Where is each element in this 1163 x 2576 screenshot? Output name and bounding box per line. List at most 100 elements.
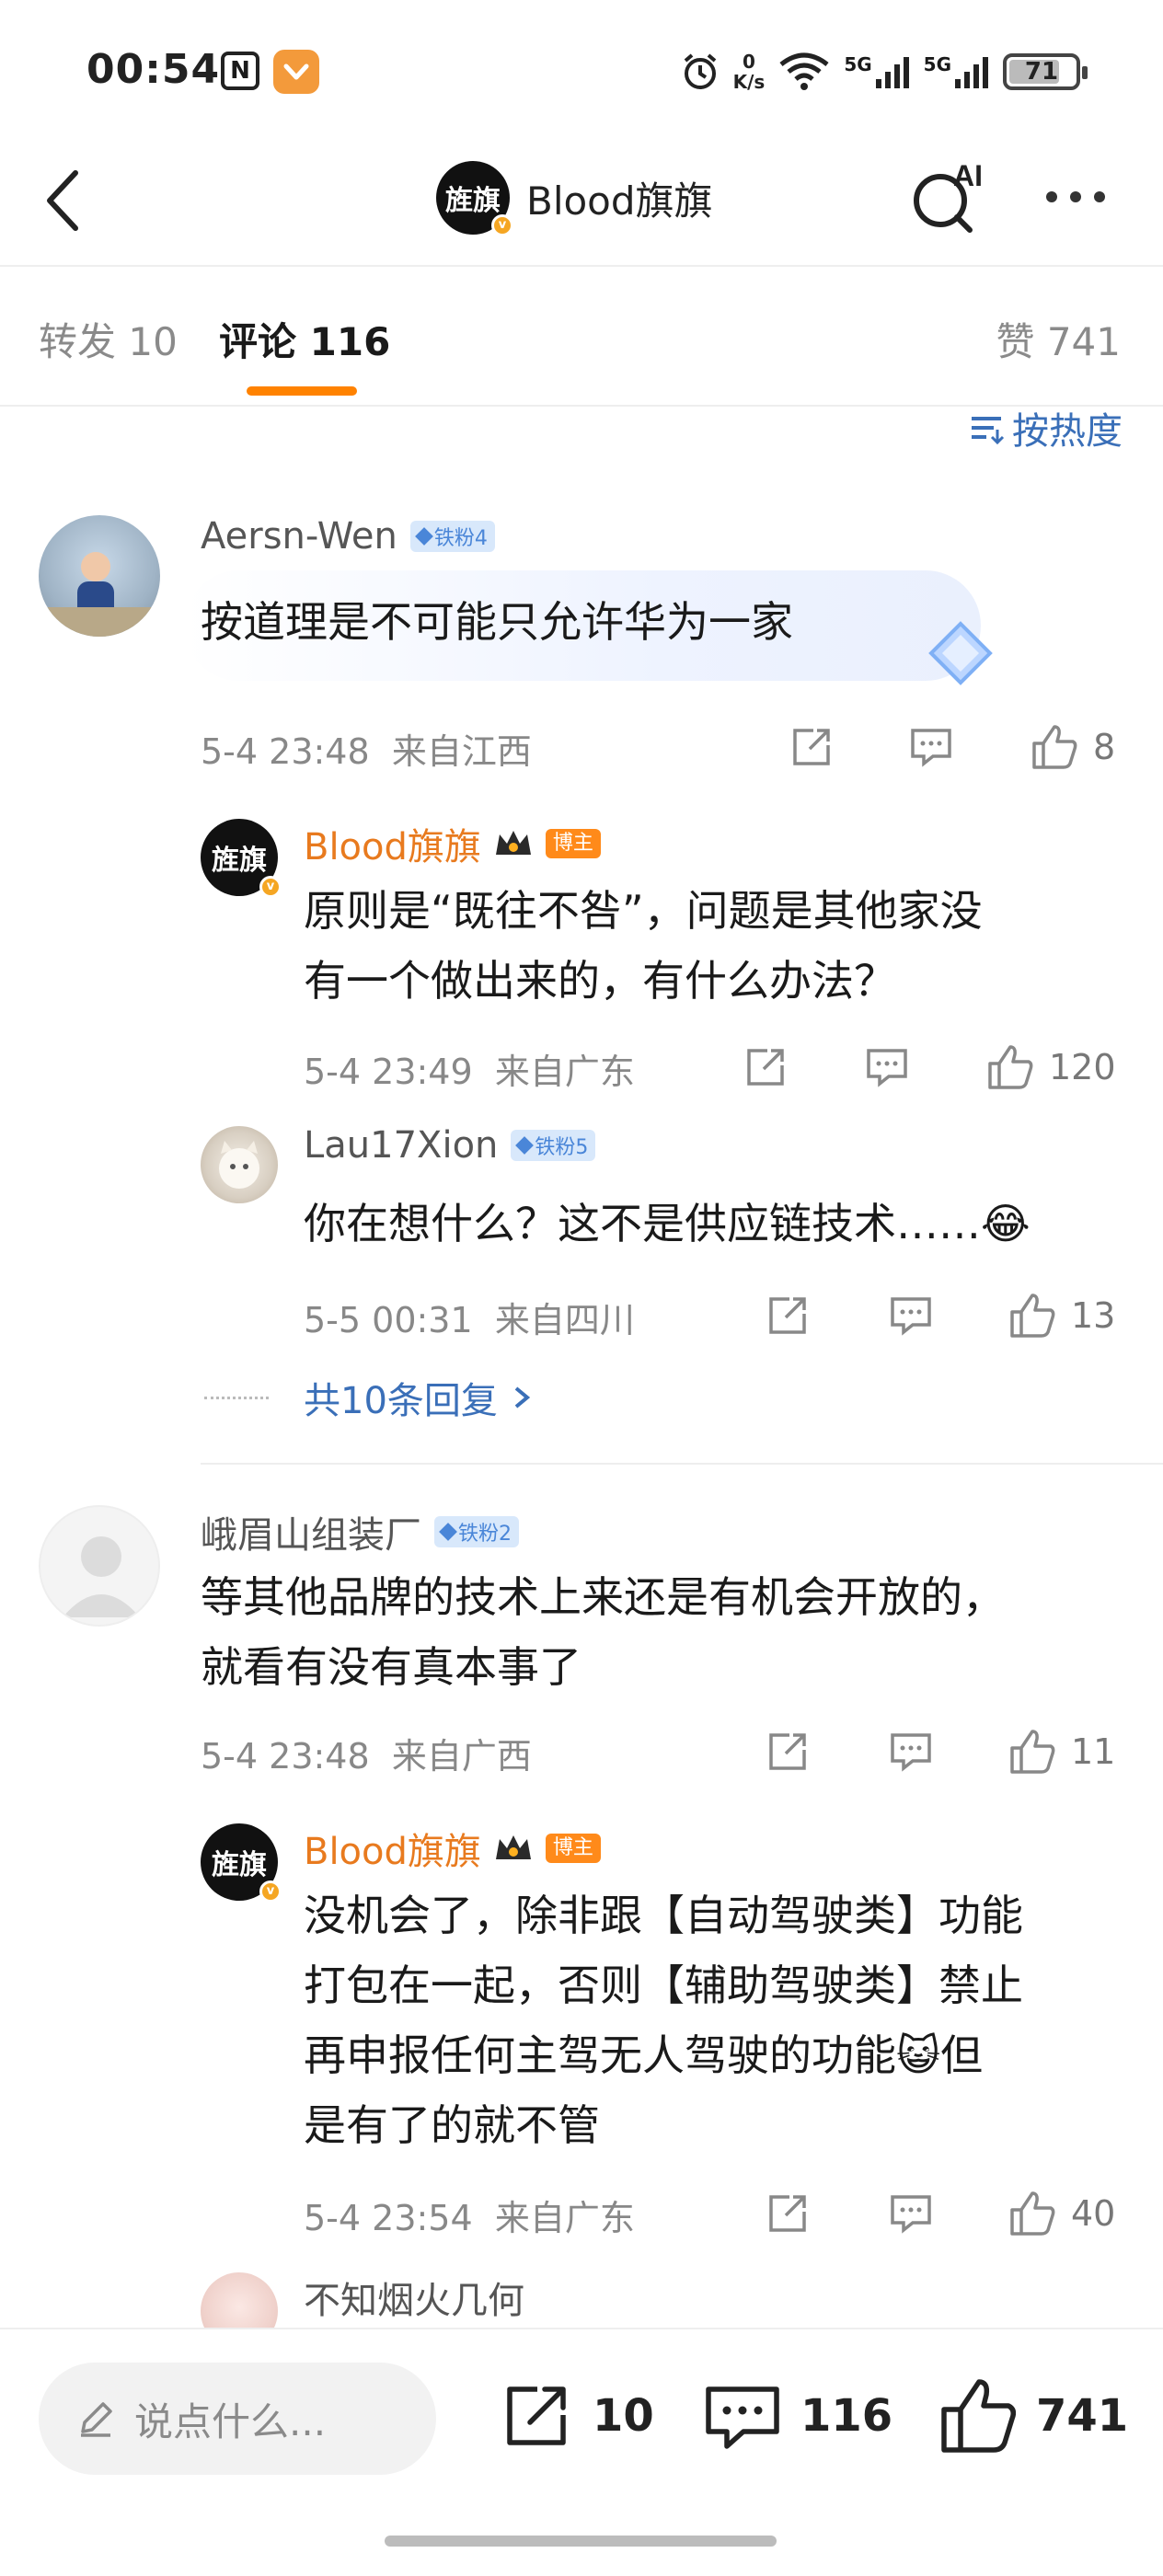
comment-actions: 8	[0, 719, 1163, 775]
share-icon	[793, 729, 830, 765]
share-button[interactable]	[764, 1288, 812, 1343]
comment-icon	[911, 729, 951, 767]
reply-button[interactable]	[887, 2186, 935, 2241]
thumbs-up-icon	[1032, 725, 1077, 769]
repost-icon	[507, 2386, 566, 2445]
svg-text:AI: AI	[953, 159, 983, 192]
reply-button[interactable]	[863, 1040, 911, 1095]
chevron-right-icon	[514, 1386, 531, 1409]
author-name[interactable]: Blood旗旗	[526, 170, 713, 226]
reply-button[interactable]	[887, 1288, 935, 1343]
crown-icon	[494, 826, 533, 861]
signal-icon-1: 5G	[844, 53, 910, 90]
more-options-button[interactable]	[1034, 178, 1117, 215]
reply-username[interactable]: Blood旗旗 博主	[304, 817, 601, 870]
author-header[interactable]: 旌旗 v Blood旗旗	[436, 156, 713, 239]
reply-avatar[interactable]: 旌旗 v	[201, 819, 282, 898]
fan-badge: 铁粉4	[409, 521, 495, 552]
sort-button[interactable]: 按热度	[968, 401, 1123, 454]
share-icon	[747, 1049, 784, 1086]
reply-username[interactable]: Blood旗旗 博主	[304, 1822, 601, 1875]
chevron-left-icon	[47, 170, 78, 231]
blogger-badge: 博主	[545, 829, 601, 858]
reply-username[interactable]: 不知烟火几何	[304, 2271, 524, 2324]
clock: 00:54	[86, 46, 221, 93]
avatar[interactable]	[39, 1505, 160, 1627]
comment-username[interactable]: 峨眉山组装厂 铁粉2	[201, 1505, 519, 1558]
comment-icon	[867, 1049, 907, 1087]
comment-icon	[706, 2386, 779, 2449]
top-nav: 旌旗 v Blood旗旗 AI	[0, 138, 1163, 267]
replies-dots	[204, 1397, 269, 1399]
fan-badge: 铁粉5	[511, 1130, 596, 1161]
author-avatar[interactable]: 旌旗 v	[436, 161, 513, 236]
diamond-icon	[414, 527, 433, 546]
alarm-icon	[684, 53, 716, 89]
verified-icon: v	[491, 214, 513, 236]
sort-icon	[972, 417, 1005, 445]
reply-text: 原则是“既往不咎”，问题是其他家没 有一个做出来的，有什么办法？	[304, 886, 983, 1006]
blogger-badge: 博主	[545, 1834, 601, 1863]
thumbs-up-icon	[941, 2379, 1017, 2453]
tab-like[interactable]: 赞 741	[996, 311, 1121, 367]
like-button[interactable]: 8	[1029, 719, 1115, 775]
share-button[interactable]	[764, 2186, 812, 2241]
ai-search-button[interactable]: AI	[905, 155, 988, 237]
comment-icon	[891, 1733, 931, 1772]
view-more-replies[interactable]: 共10条回复	[304, 1371, 533, 1424]
comment-count-button[interactable]: 116	[701, 2370, 892, 2462]
share-icon	[769, 1297, 806, 1334]
signal-icon-2: 5G	[924, 53, 990, 90]
reply-actions: 120	[0, 1040, 1163, 1095]
like-count-button[interactable]: 741	[937, 2370, 1128, 2462]
tab-bar: 转发 10 评论 116 赞 741	[0, 267, 1163, 405]
reply-avatar[interactable]: 旌旗 v	[201, 1823, 282, 1903]
nfc-icon: N	[221, 52, 259, 90]
diamond-icon	[439, 1523, 457, 1541]
laugh-cry-emoji: 😂	[981, 1199, 1031, 1248]
thumbs-up-icon	[1010, 2191, 1055, 2236]
like-button[interactable]: 120	[985, 1040, 1116, 1095]
tab-comment[interactable]: 评论 116	[219, 311, 390, 367]
status-bar: 00:54 N 0 K/s 5G 5G 71	[0, 0, 1163, 138]
reply-text: 你在想什么？这不是供应链技术……😂	[304, 1199, 1031, 1248]
back-button[interactable]	[37, 164, 92, 237]
comment-divider	[201, 1463, 1163, 1465]
active-tab-indicator	[247, 386, 357, 396]
reply-button[interactable]	[907, 719, 955, 775]
share-button[interactable]	[742, 1040, 789, 1095]
share-button[interactable]	[788, 719, 835, 775]
like-button[interactable]: 11	[1007, 1724, 1115, 1779]
tab-repost[interactable]: 转发 10	[39, 311, 178, 367]
pencil-icon	[81, 2402, 112, 2437]
comment-username[interactable]: Aersn-Wen 铁粉4	[201, 515, 495, 558]
comment-icon	[891, 1297, 931, 1336]
reply-actions: 13	[0, 1288, 1163, 1343]
verified-icon: v	[259, 876, 282, 898]
like-button[interactable]: 40	[1007, 2186, 1115, 2241]
verified-icon: v	[259, 1880, 282, 1903]
home-indicator	[385, 2536, 777, 2547]
reply-avatar[interactable]	[201, 1126, 278, 1203]
comment-text: 按道理是不可能只允许华为一家	[201, 597, 793, 647]
repost-button[interactable]: 10	[497, 2370, 654, 2462]
like-button[interactable]: 13	[1007, 1288, 1115, 1343]
avatar[interactable]	[39, 515, 160, 637]
crown-icon	[494, 1831, 533, 1866]
share-icon	[769, 2195, 806, 2232]
cat-emoji: 😺	[896, 2030, 940, 2080]
bottom-action-bar: 说点什么... 10 116 741	[0, 2328, 1163, 2576]
share-icon	[769, 1733, 806, 1770]
wifi-icon	[779, 52, 829, 90]
ai-search-icon: AI	[914, 159, 983, 233]
reply-text: 没机会了，除非跟【自动驾驶类】功能 打包在一起，否则【辅助驾驶类】禁止 再申报任…	[304, 1891, 1023, 2150]
thumbs-up-icon	[1010, 1730, 1055, 1774]
share-button[interactable]	[764, 1724, 812, 1779]
reply-username[interactable]: Lau17Xion 铁粉5	[304, 1124, 596, 1167]
reply-button[interactable]	[887, 1724, 935, 1779]
net-speed: 0 K/s	[732, 51, 766, 93]
comment-input[interactable]: 说点什么...	[39, 2363, 436, 2475]
diamond-icon	[515, 1136, 535, 1155]
diamond-sparkle-icon	[928, 621, 993, 685]
reply-actions: 40	[0, 2186, 1163, 2241]
